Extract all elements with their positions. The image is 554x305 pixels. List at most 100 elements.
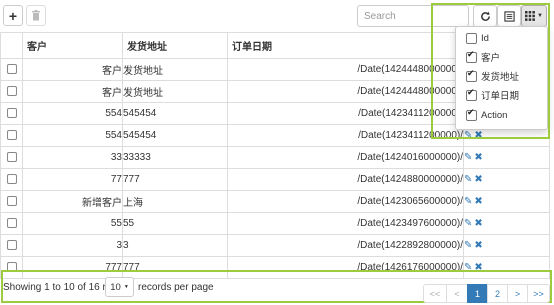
- row-checkbox[interactable]: [6, 64, 17, 75]
- column-toggle-checkbox[interactable]: [466, 88, 477, 101]
- date-cell: /Date(1423065600000)/: [227, 190, 464, 213]
- grid-icon: [525, 11, 535, 21]
- address-cell: 上海: [122, 190, 228, 213]
- row-checkbox[interactable]: [6, 152, 17, 163]
- trash-icon: [32, 10, 40, 21]
- column-toggle-item[interactable]: Action: [466, 108, 507, 122]
- column-toggle-item[interactable]: 客户: [466, 50, 500, 64]
- action-cell: ✎✖: [463, 146, 550, 169]
- table-row[interactable]: 777 777/Date(1426176000000)/✎ ✖: [0, 256, 550, 279]
- page-next-button[interactable]: >: [507, 284, 528, 303]
- customer-cell: 55: [22, 212, 123, 235]
- edit-icon[interactable]: ✎: [465, 174, 473, 185]
- column-toggle-checkbox[interactable]: [466, 69, 477, 82]
- refresh-icon: [480, 11, 490, 21]
- column-toggle-checkbox[interactable]: [466, 50, 477, 63]
- date-cell: /Date(1424016000000)/: [227, 146, 464, 169]
- column-header-customer[interactable]: 客户: [22, 32, 123, 59]
- records-per-page-label: records per page: [138, 282, 214, 293]
- date-cell: /Date(1424448000000)/: [227, 58, 464, 81]
- columns-button[interactable]: ▼: [521, 5, 547, 27]
- action-cell: ✎✖: [463, 190, 550, 213]
- action-cell: ✎✖: [463, 168, 550, 191]
- page-first-button[interactable]: <<: [423, 284, 447, 303]
- plus-icon: +: [8, 7, 18, 24]
- date-cell: /Date(1424448000000)/: [227, 80, 464, 103]
- address-cell: 777: [122, 168, 228, 191]
- page-button-1[interactable]: 1: [467, 284, 488, 303]
- address-cell: 545454: [122, 102, 228, 125]
- column-header-date[interactable]: 订单日期: [227, 32, 464, 59]
- page-button-2[interactable]: 2: [487, 284, 508, 303]
- row-checkbox-cell: [0, 58, 23, 81]
- date-cell: /Date(1423411200000)/: [227, 124, 464, 147]
- address-cell: 55: [122, 212, 228, 235]
- column-toggle-checkbox[interactable]: [466, 32, 477, 44]
- columns-dropdown-menu: Id 客户发货地址订单日期 Action: [455, 26, 548, 130]
- column-header-address[interactable]: 发货地址: [122, 32, 228, 59]
- column-toggle-item[interactable]: 订单日期: [466, 88, 519, 102]
- row-checkbox[interactable]: [6, 262, 17, 273]
- column-toggle-item[interactable]: Id: [466, 31, 489, 45]
- edit-icon[interactable]: ✎: [465, 262, 473, 273]
- column-toggle-label: Id: [481, 32, 489, 44]
- date-cell: /Date(1422892800000)/: [227, 234, 464, 257]
- table-row[interactable]: 3 3/Date(1422892800000)/✎ ✖: [0, 234, 550, 257]
- edit-icon[interactable]: ✎: [465, 240, 473, 251]
- edit-icon[interactable]: ✎: [465, 196, 473, 207]
- delete-icon[interactable]: ✖: [474, 152, 482, 163]
- delete-icon[interactable]: ✖: [474, 196, 482, 207]
- edit-icon[interactable]: ✎: [465, 130, 473, 141]
- address-cell: 777: [122, 256, 228, 279]
- delete-icon[interactable]: ✖: [474, 130, 482, 141]
- table-row[interactable]: 55 55/Date(1423497600000)/✎ ✖: [0, 212, 550, 235]
- column-toggle-label: 发货地址: [481, 72, 520, 83]
- row-checkbox-cell: [0, 234, 23, 257]
- row-checkbox-cell: [0, 212, 23, 235]
- delete-button[interactable]: [26, 5, 46, 26]
- refresh-button[interactable]: [473, 5, 497, 27]
- customer-cell: 客户: [22, 80, 123, 103]
- row-checkbox[interactable]: [6, 174, 17, 185]
- row-checkbox-cell: [0, 124, 23, 147]
- delete-icon[interactable]: ✖: [474, 240, 482, 251]
- column-toggle-checkbox[interactable]: [466, 108, 477, 121]
- table-row[interactable]: 新增客户 上海/Date(1423065600000)/✎ ✖: [0, 190, 550, 213]
- page-last-button[interactable]: >>: [527, 284, 550, 303]
- caret-down-icon: ▼: [123, 284, 129, 290]
- customer-cell: 77: [22, 168, 123, 191]
- add-button[interactable]: +: [3, 5, 23, 26]
- customer-cell: 554: [22, 124, 123, 147]
- address-cell: 发货地址: [122, 58, 228, 81]
- customer-cell: 554: [22, 102, 123, 125]
- address-cell: 发货地址: [122, 80, 228, 103]
- action-cell: ✎✖: [463, 212, 550, 235]
- customer-cell: 客户: [22, 58, 123, 81]
- delete-icon[interactable]: ✖: [474, 262, 482, 273]
- delete-icon[interactable]: ✖: [474, 174, 482, 185]
- table-row[interactable]: 77 777/Date(1424880000000)/✎ ✖: [0, 168, 550, 191]
- date-cell: /Date(1424880000000)/: [227, 168, 464, 191]
- delete-icon[interactable]: ✖: [474, 218, 482, 229]
- toggle-view-button[interactable]: [497, 5, 521, 27]
- address-cell: 3: [122, 234, 228, 257]
- row-checkbox-cell: [0, 190, 23, 213]
- customer-cell: 3: [22, 234, 123, 257]
- page-prev-button[interactable]: <: [446, 284, 468, 303]
- page-size-select[interactable]: 10 ▼: [105, 277, 134, 297]
- row-checkbox[interactable]: [6, 86, 17, 97]
- select-all-header: [0, 32, 23, 59]
- row-checkbox[interactable]: [6, 196, 17, 207]
- address-cell: 545454: [122, 124, 228, 147]
- column-toggle-item[interactable]: 发货地址: [466, 69, 519, 83]
- row-checkbox[interactable]: [6, 130, 17, 141]
- edit-icon[interactable]: ✎: [465, 152, 473, 163]
- row-checkbox[interactable]: [6, 218, 17, 229]
- table-row[interactable]: 33 33333/Date(1424016000000)/✎ ✖: [0, 146, 550, 169]
- search-input[interactable]: [357, 5, 469, 27]
- edit-icon[interactable]: ✎: [465, 218, 473, 229]
- row-checkbox[interactable]: [6, 108, 17, 119]
- customer-cell: 777: [22, 256, 123, 279]
- row-checkbox[interactable]: [6, 240, 17, 251]
- address-cell: 33333: [122, 146, 228, 169]
